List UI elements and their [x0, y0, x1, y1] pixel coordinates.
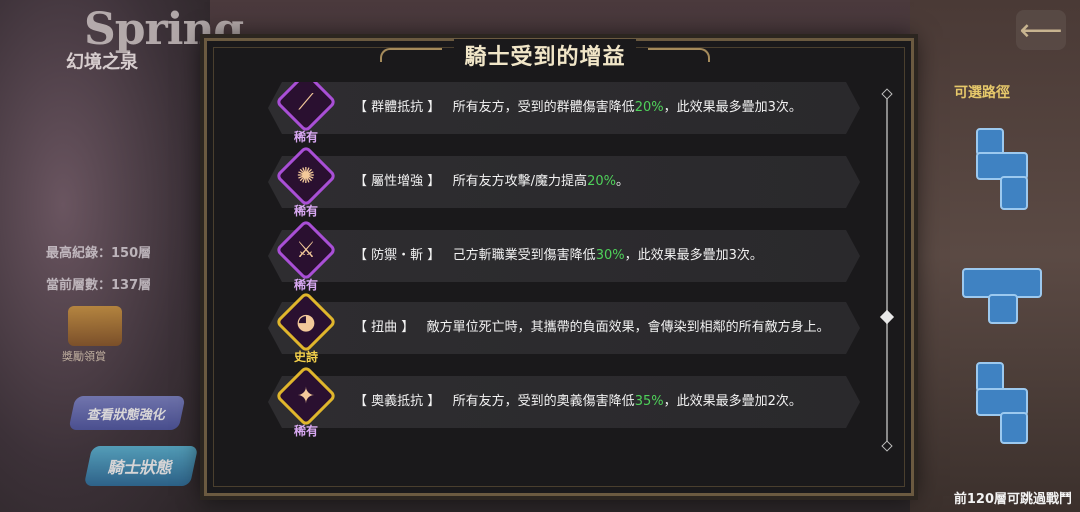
star-orb-icon: ✦ — [274, 364, 338, 428]
rarity-label: 稀有 — [293, 278, 318, 292]
buff-row: ◕ 史詩 【 扭曲 】 敵方單位死亡時，其攜帶的負面效果，會傳染到相鄰的所有敵方… — [248, 290, 860, 364]
buff-description: 【 防禦・斬 】 己方斬職業受到傷害降低30%，此效果最多疊加3次。 — [354, 248, 763, 263]
buff-name: 【 防禦・斬 】 — [354, 248, 441, 263]
buff-description: 【 群體抵抗 】 所有友方，受到的群體傷害降低20%，此效果最多疊加3次。 — [354, 100, 802, 115]
chest-icon[interactable] — [68, 306, 122, 346]
title-ornament-left — [380, 48, 442, 62]
current-floor-stat: 當前層數：137層 — [46, 278, 152, 293]
buff-description: 【 奧義抵抗 】 所有友方，受到的奧義傷害降低35%，此效果最多疊加2次。 — [354, 394, 802, 409]
buff-name: 【 群體抵抗 】 — [354, 100, 441, 115]
buff-description: 【 扭曲 】 敵方單位死亡時，其攜帶的負面效果，會傳染到相鄰的所有敵方身上。 — [354, 320, 830, 335]
buff-name: 【 屬性增強 】 — [354, 174, 441, 189]
buff-list[interactable]: ⟋ 稀有 【 群體抵抗 】 所有友方，受到的群體傷害降低20%，此效果最多疊加3… — [248, 82, 868, 452]
path-title: 可選路徑 — [954, 85, 1010, 101]
claw-icon: ⟋ — [274, 82, 338, 134]
knight-status-button[interactable]: 騎士狀態 — [83, 446, 199, 486]
scrollbar-track[interactable] — [886, 94, 888, 446]
back-arrow-icon[interactable]: ⟵ — [1016, 10, 1066, 50]
buff-name: 【 扭曲 】 — [354, 320, 415, 335]
skip-battle-note: 前120層可跳過戰鬥 — [953, 492, 1072, 507]
blade-icon: ⚔ — [274, 218, 338, 282]
buff-row: ⟋ 稀有 【 群體抵抗 】 所有友方，受到的群體傷害降低20%，此效果最多疊加3… — [248, 82, 860, 144]
twist-icon: ◕ — [274, 290, 338, 354]
rarity-label: 稀有 — [293, 204, 318, 218]
orbit-icon: ✺ — [274, 144, 338, 208]
buff-description: 【 屬性增強 】 所有友方攻擊/魔力提高20%。 — [354, 174, 629, 189]
buff-row: ⚔ 稀有 【 防禦・斬 】 己方斬職業受到傷害降低30%，此效果最多疊加3次。 — [248, 218, 860, 292]
panel-title: 騎士受到的增益 — [454, 39, 636, 71]
rarity-label: 史詩 — [293, 350, 318, 364]
title-ornament-right — [648, 48, 710, 62]
view-buffs-button[interactable]: 查看狀態強化 — [68, 396, 186, 430]
buff-row: ✦ 稀有 【 奧義抵抗 】 所有友方，受到的奧義傷害降低35%，此效果最多疊加2… — [248, 364, 860, 438]
game-subtitle: 幻境之泉 — [66, 52, 138, 73]
rarity-label: 稀有 — [293, 424, 318, 438]
chest-label: 獎勵領賞 — [62, 350, 106, 363]
record-stat: 最高紀錄：150層 — [46, 246, 152, 261]
buff-row: ✺ 稀有 【 屬性增強 】 所有友方攻擊/魔力提高20%。 — [248, 144, 860, 218]
rarity-label: 稀有 — [293, 130, 318, 144]
buff-name: 【 奧義抵抗 】 — [354, 394, 441, 409]
panel-title-wrap: 騎士受到的增益 — [380, 36, 710, 74]
background-right — [910, 0, 1080, 512]
